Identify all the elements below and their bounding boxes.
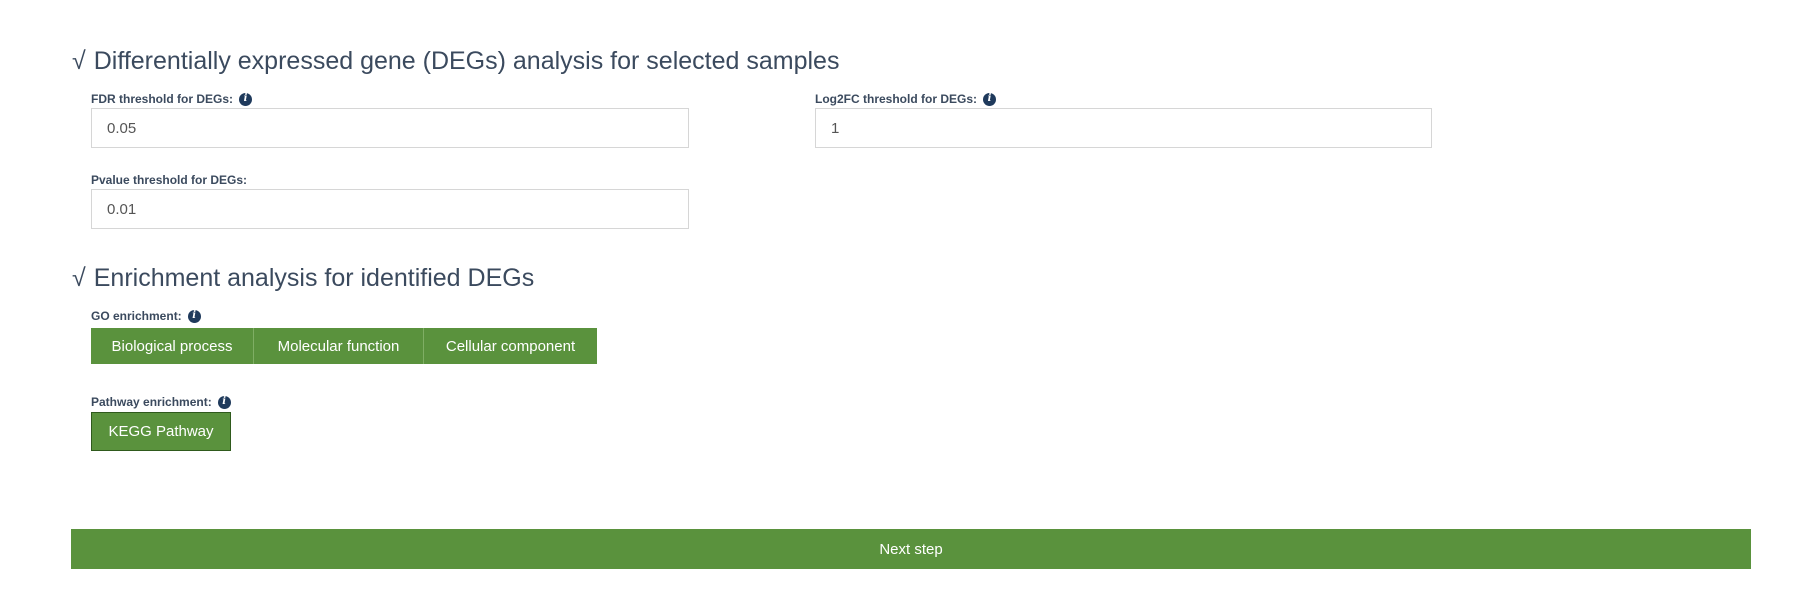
enrichment-section-title-text: Enrichment analysis for identified DEGs <box>93 264 535 292</box>
biological-process-button[interactable]: Biological process <box>91 328 253 364</box>
check-mark: √ <box>72 264 86 292</box>
deg-section-title: √ Differentially expressed gene (DEGs) an… <box>72 47 839 76</box>
pathway-enrichment-button-group: KEGG Pathway <box>91 412 231 451</box>
pathway-enrichment-label-text: Pathway enrichment: <box>91 395 212 409</box>
info-icon[interactable]: i <box>239 92 253 106</box>
pvalue-threshold-input[interactable] <box>91 189 689 229</box>
log2fc-threshold-input[interactable] <box>815 108 1432 148</box>
info-icon[interactable]: i <box>217 395 231 409</box>
pathway-enrichment-label: Pathway enrichment: i <box>91 395 231 409</box>
pvalue-threshold-label-text: Pvalue threshold for DEGs: <box>91 173 248 187</box>
log2fc-threshold-label: Log2FC threshold for DEGs: i <box>815 92 996 106</box>
fdr-threshold-input[interactable] <box>91 108 689 148</box>
info-icon[interactable]: i <box>983 92 996 106</box>
go-enrichment-button-group: Biological process Molecular function Ce… <box>91 328 597 364</box>
pvalue-threshold-label: Pvalue threshold for DEGs: <box>91 173 247 187</box>
cellular-component-button[interactable]: Cellular component <box>423 328 597 364</box>
info-icon[interactable]: i <box>187 309 201 323</box>
fdr-threshold-label: FDR threshold for DEGs: i <box>91 92 253 106</box>
deg-section-title-text: Differentially expressed gene (DEGs) ana… <box>93 47 840 75</box>
enrichment-section-title: √ Enrichment analysis for identified DEGs <box>72 264 534 293</box>
next-step-button[interactable]: Next step <box>71 529 1751 569</box>
molecular-function-button[interactable]: Molecular function <box>253 328 423 364</box>
fdr-threshold-label-text: FDR threshold for DEGs: <box>91 92 234 106</box>
go-enrichment-label: GO enrichment: i <box>91 309 201 323</box>
kegg-pathway-button[interactable]: KEGG Pathway <box>91 412 231 451</box>
log2fc-threshold-label-text: Log2FC threshold for DEGs: <box>815 92 977 106</box>
check-mark: √ <box>72 47 86 75</box>
go-enrichment-label-text: GO enrichment: <box>91 309 182 323</box>
